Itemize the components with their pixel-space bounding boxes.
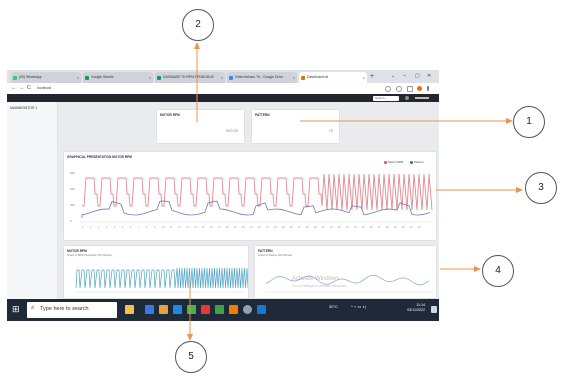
callout-1: 1	[513, 106, 545, 138]
callout-2: 2	[182, 9, 214, 41]
callout-4: 4	[482, 255, 514, 287]
arrow-5-head	[187, 334, 193, 341]
arrow-1-head	[506, 118, 513, 124]
annotation-arrows	[187, 42, 523, 341]
arrow-3-head	[516, 187, 523, 193]
callout-5: 5	[175, 341, 207, 373]
arrow-4-head	[474, 266, 481, 272]
arrow-2-head	[194, 42, 200, 49]
callout-3: 3	[525, 172, 557, 204]
